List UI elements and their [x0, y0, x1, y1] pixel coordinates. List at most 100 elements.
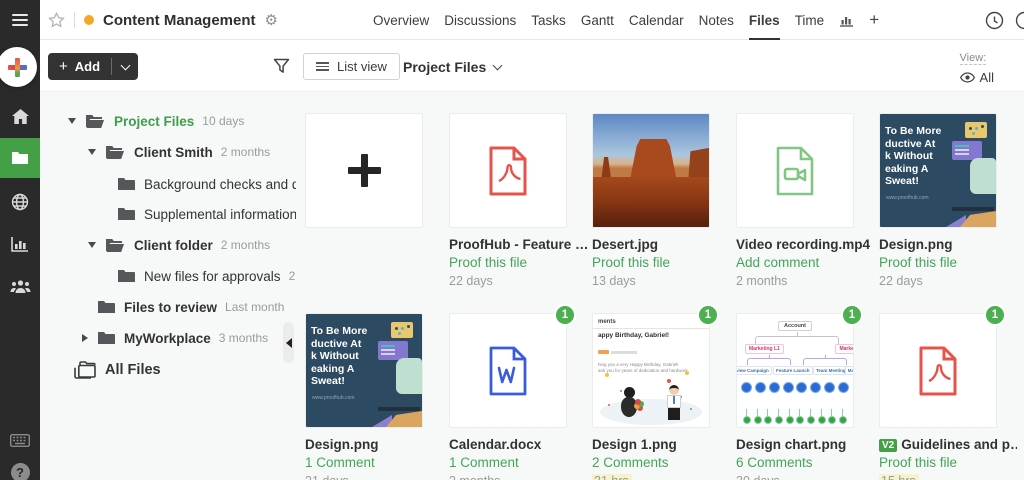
account-icon[interactable] [1015, 11, 1024, 30]
open-folder-icon [106, 238, 124, 252]
file-name[interactable]: Desert.jpg [592, 237, 730, 252]
tab-reports[interactable] [839, 0, 854, 40]
tab-notes[interactable]: Notes [699, 0, 734, 40]
file-name[interactable]: Design 1.png [592, 437, 730, 452]
tree-collapse-handle[interactable] [283, 322, 294, 363]
proofhub-logo-button[interactable] [0, 47, 37, 87]
file-action-link[interactable]: Proof this file [879, 455, 1019, 470]
file-action-link[interactable]: 1 Comment [449, 455, 589, 470]
caret-down-icon[interactable] [68, 118, 76, 124]
desert-art [630, 138, 677, 180]
tree-item-new-files[interactable]: New files for approvals 2 months [117, 264, 296, 288]
rail-item-reports[interactable] [0, 224, 40, 264]
star-icon[interactable] [48, 12, 65, 28]
design-poster-url: www.proofhub.com [312, 395, 355, 401]
file-name[interactable]: Video recording.mp4 [736, 237, 874, 252]
add-button[interactable]: + Add [48, 53, 139, 80]
docx-thumbnail[interactable] [449, 313, 567, 428]
files-content: Project Files 10 days Client Smith 2 mon… [40, 92, 1024, 480]
comment-count-badge[interactable]: 1 [984, 304, 1006, 326]
caret-down-icon[interactable] [88, 149, 96, 155]
timer-icon[interactable] [985, 11, 1004, 30]
tab-overview[interactable]: Overview [373, 0, 429, 40]
file-action-link[interactable]: 2 Comments [592, 455, 732, 470]
file-name[interactable]: ProofHub - Feature … [449, 237, 587, 252]
file-action-link[interactable]: 6 Comments [736, 455, 876, 470]
file-meta: 2 months [449, 474, 589, 480]
tab-tasks[interactable]: Tasks [531, 0, 566, 40]
view-value[interactable]: All [959, 70, 994, 85]
tree-label: MyWorkplace [124, 330, 211, 346]
image-thumbnail-design[interactable]: To Be More ductive At k Without eaking A… [305, 313, 423, 428]
comment-count-badge[interactable]: 1 [554, 304, 576, 326]
file-name[interactable]: Calendar.docx [449, 437, 587, 452]
file-name[interactable]: Design chart.png [736, 437, 874, 452]
orgchart-art [741, 382, 849, 393]
file-meta: 21 hrs [592, 474, 732, 480]
image-thumbnail-birthday[interactable]: ments appy Birthday, Gabriel! hing you a… [592, 313, 710, 428]
comment-count-badge[interactable]: 1 [697, 304, 719, 326]
file-name[interactable]: V2 Guidelines and p… [879, 437, 1017, 452]
list-view-label: List view [337, 59, 387, 74]
tree-item-files-to-review[interactable]: Files to review Last month [97, 295, 284, 319]
birthday-art-heading: appy Birthday, Gabriel! [598, 332, 670, 339]
caret-down-icon[interactable] [88, 242, 96, 248]
file-action-link[interactable]: Proof this file [449, 255, 589, 270]
pdf-file-icon [919, 346, 957, 395]
tab-gantt[interactable]: Gantt [581, 0, 614, 40]
folder-dropdown[interactable]: Project Files [403, 54, 503, 80]
filter-button[interactable] [273, 58, 290, 79]
file-name[interactable]: Design.png [879, 237, 1017, 252]
birthday-art-text: ments [598, 319, 616, 325]
collapse-arrow-icon [285, 337, 292, 348]
file-action-link[interactable]: Add comment [736, 255, 876, 270]
file-card-design-chart: Account Marketing L1 Marketi view Campai… [736, 304, 876, 480]
file-name[interactable]: Design.png [305, 437, 443, 452]
keyboard-icon [10, 433, 30, 447]
file-action-link[interactable]: Proof this file [592, 255, 732, 270]
rail-item-help[interactable]: ? [0, 452, 40, 480]
design-art [378, 407, 420, 411]
rail-item-files[interactable] [0, 138, 40, 178]
comment-count-badge[interactable]: 1 [841, 304, 863, 326]
orgchart-node: Ma [844, 366, 853, 375]
add-file-tile[interactable] [305, 113, 423, 228]
view-label[interactable]: View: [959, 52, 987, 65]
tree-label: All Files [105, 362, 161, 378]
add-dropdown-button[interactable] [112, 53, 138, 80]
image-thumbnail-orgchart[interactable]: Account Marketing L1 Marketi view Campai… [736, 313, 854, 428]
image-thumbnail-design[interactable]: To Be More ductive At k Without eaking A… [879, 113, 997, 228]
tree-item-all-files[interactable]: All Files [74, 358, 161, 382]
folder-icon [118, 270, 135, 282]
file-action-link[interactable]: 1 Comment [305, 455, 445, 470]
video-thumbnail[interactable] [736, 113, 854, 228]
tab-time[interactable]: Time [795, 0, 825, 40]
file-meta: 13 days [592, 274, 636, 288]
tab-discussions[interactable]: Discussions [444, 0, 516, 40]
image-thumbnail-desert[interactable] [592, 113, 710, 228]
rail-item-global[interactable] [0, 182, 40, 222]
file-action-link[interactable]: Proof this file [879, 255, 1019, 270]
project-settings-gear-icon[interactable]: ⚙ [265, 11, 278, 29]
tree-item-myworkplace[interactable]: MyWorkplace 3 months [82, 326, 268, 350]
folder-dropdown-label: Project Files [403, 59, 487, 75]
tree-item-supplemental[interactable]: Supplemental information [117, 202, 296, 226]
rail-item-home[interactable] [0, 96, 40, 136]
desert-art [593, 177, 709, 227]
tab-calendar[interactable]: Calendar [629, 0, 684, 40]
tree-item-background-checks[interactable]: Background checks and d [117, 172, 296, 196]
add-tab-button[interactable]: + [869, 0, 879, 40]
tree-item-client-folder[interactable]: Client folder 2 months [88, 233, 270, 257]
open-folder-icon [86, 114, 104, 128]
word-file-icon [489, 346, 527, 395]
list-view-button[interactable]: List view [303, 53, 400, 80]
open-folder-icon [106, 145, 124, 159]
pdf-thumbnail[interactable] [879, 313, 997, 428]
main-menu-button[interactable] [0, 0, 40, 40]
tab-files[interactable]: Files [748, 0, 780, 40]
tree-item-client-smith[interactable]: Client Smith 2 months [88, 140, 270, 164]
caret-right-icon[interactable] [82, 334, 88, 342]
pdf-thumbnail[interactable] [449, 113, 567, 228]
rail-item-people[interactable] [0, 266, 40, 306]
tree-item-project-files[interactable]: Project Files 10 days [68, 109, 244, 133]
